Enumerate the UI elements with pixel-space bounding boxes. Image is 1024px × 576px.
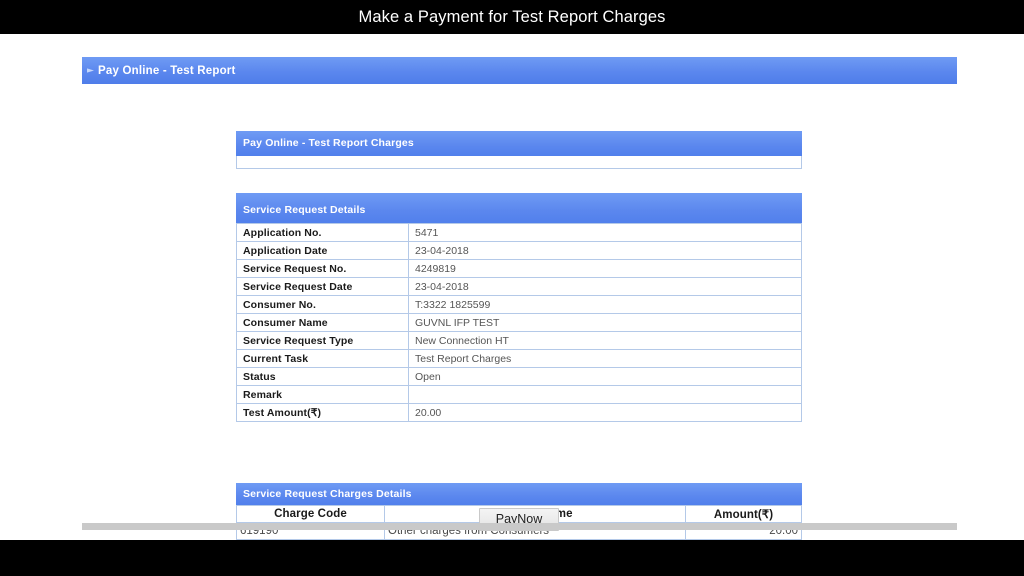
slide-bottom-band bbox=[0, 540, 1024, 576]
table-row: Application No. 5471 bbox=[236, 223, 802, 242]
row-value bbox=[408, 385, 802, 404]
page-title: Make a Payment for Test Report Charges bbox=[358, 7, 666, 26]
row-label: Application Date bbox=[236, 241, 409, 260]
row-label: Status bbox=[236, 367, 409, 386]
chevron-right-icon bbox=[87, 68, 94, 73]
app-header-bar: Pay Online - Test Report bbox=[82, 57, 957, 84]
service-request-details-panel: Service Request Details Application No. … bbox=[236, 193, 802, 422]
table-row: Service Request Date 23-04-2018 bbox=[236, 277, 802, 296]
pay-online-panel: Pay Online - Test Report Charges bbox=[236, 131, 802, 169]
footer-rail bbox=[82, 523, 957, 530]
table-row: Consumer Name GUVNL IFP TEST bbox=[236, 313, 802, 332]
row-label: Service Request Type bbox=[236, 331, 409, 350]
pay-online-panel-body bbox=[236, 156, 802, 169]
row-value: Test Report Charges bbox=[408, 349, 802, 368]
row-value: 4249819 bbox=[408, 259, 802, 278]
table-row: Application Date 23-04-2018 bbox=[236, 241, 802, 260]
table-row: Status Open bbox=[236, 367, 802, 386]
table-row: Current Task Test Report Charges bbox=[236, 349, 802, 368]
row-value: Open bbox=[408, 367, 802, 386]
table-row: Remark bbox=[236, 385, 802, 404]
row-label: Service Request No. bbox=[236, 259, 409, 278]
row-value: 20.00 bbox=[408, 403, 802, 422]
browser-page-canvas: Pay Online - Test Report Pay Online - Te… bbox=[0, 34, 1024, 540]
row-label: Current Task bbox=[236, 349, 409, 368]
row-value: 5471 bbox=[408, 223, 802, 242]
app-header-title: Pay Online - Test Report bbox=[98, 64, 236, 77]
row-label: Application No. bbox=[236, 223, 409, 242]
slide-title-band: Make a Payment for Test Report Charges bbox=[0, 0, 1024, 34]
row-label: Test Amount(₹) bbox=[236, 403, 409, 422]
pay-online-panel-header: Pay Online - Test Report Charges bbox=[236, 131, 802, 156]
row-label: Consumer No. bbox=[236, 295, 409, 314]
row-label: Service Request Date bbox=[236, 277, 409, 296]
table-row: Test Amount(₹) 20.00 bbox=[236, 403, 802, 422]
row-value: New Connection HT bbox=[408, 331, 802, 350]
table-row: Service Request Type New Connection HT bbox=[236, 331, 802, 350]
service-request-details-table: Application No. 5471 Application Date 23… bbox=[236, 223, 802, 422]
service-request-details-header: Service Request Details bbox=[236, 193, 802, 223]
service-request-charges-header: Service Request Charges Details bbox=[236, 483, 802, 505]
row-value: 23-04-2018 bbox=[408, 277, 802, 296]
row-label: Consumer Name bbox=[236, 313, 409, 332]
table-row: Consumer No. T:3322 1825599 bbox=[236, 295, 802, 314]
row-value: GUVNL IFP TEST bbox=[408, 313, 802, 332]
table-row: Service Request No. 4249819 bbox=[236, 259, 802, 278]
row-value: 23-04-2018 bbox=[408, 241, 802, 260]
row-label: Remark bbox=[236, 385, 409, 404]
row-value: T:3322 1825599 bbox=[408, 295, 802, 314]
